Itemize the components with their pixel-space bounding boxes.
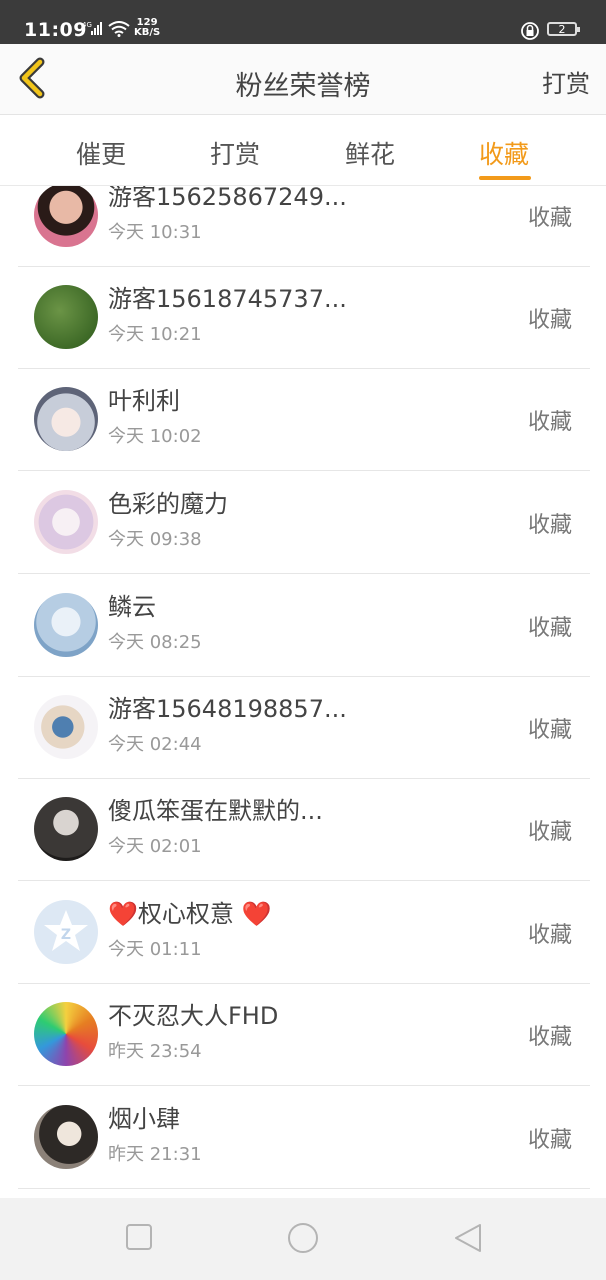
reward-button[interactable]: 打赏 <box>542 64 590 99</box>
active-tab-indicator <box>479 176 531 180</box>
user-name: 傻瓜笨蛋在默默的... <box>108 797 323 825</box>
timestamp: 今天 10:02 <box>108 426 202 447</box>
list-item[interactable]: 傻瓜笨蛋在默默的... 今天 02:01 收藏 <box>18 778 590 881</box>
status-time: 11:09 <box>24 19 87 41</box>
qq-default-avatar: Z <box>34 900 98 964</box>
status-bar: 11:09 4G 129 KB/S 2 <box>0 0 606 44</box>
triangle-back-icon <box>455 1224 481 1252</box>
user-name: 鳞云 <box>108 593 156 621</box>
action-label: 收藏 <box>527 820 572 845</box>
timestamp: 今天 02:44 <box>108 734 202 755</box>
list-item[interactable]: Z ❤️权心权意 ❤️ 今天 01:11 收藏 <box>18 881 590 984</box>
action-label: 收藏 <box>527 513 572 538</box>
header-bar: 粉丝荣誉榜 打赏 <box>0 44 606 115</box>
action-label: 收藏 <box>527 1025 572 1050</box>
recent-apps-button[interactable] <box>125 1223 153 1255</box>
list-item[interactable]: 叶利利 今天 10:02 收藏 <box>18 368 590 471</box>
timestamp: 昨天 23:54 <box>108 1041 202 1062</box>
rotation-lock-icon <box>520 21 540 45</box>
timestamp: 今天 01:11 <box>108 939 202 960</box>
action-label: 收藏 <box>527 923 572 948</box>
home-button[interactable] <box>287 1222 319 1258</box>
timestamp: 今天 08:25 <box>108 632 202 653</box>
heart-icon: ❤️ <box>108 900 138 928</box>
svg-text:Z: Z <box>61 927 71 943</box>
action-label: 收藏 <box>527 308 572 333</box>
user-name: 游客15648198857... <box>108 695 347 723</box>
list-item[interactable]: 游客15648198857... 今天 02:44 收藏 <box>18 676 590 779</box>
timestamp: 今天 10:21 <box>108 324 202 345</box>
list-item[interactable]: 游客15625867249... 今天 10:31 收藏 <box>18 186 590 267</box>
tab-favorites[interactable]: 收藏 <box>479 135 529 171</box>
anime-girl-avatar <box>34 387 98 451</box>
colorful-anime-avatar <box>34 1002 98 1066</box>
tab-reward[interactable]: 打赏 <box>210 135 260 171</box>
timestamp: 今天 02:01 <box>108 836 202 857</box>
list-item[interactable]: 游客15618745737... 今天 10:21 收藏 <box>18 266 590 369</box>
timestamp: 今天 09:38 <box>108 529 202 550</box>
user-name: 色彩的魔力 <box>108 490 228 518</box>
dark-photo-avatar <box>34 797 98 861</box>
heart-icon: ❤️ <box>241 900 272 928</box>
square-icon <box>126 1224 152 1250</box>
list-item[interactable]: 色彩的魔力 今天 09:38 收藏 <box>18 471 590 574</box>
wifi-icon <box>108 21 130 41</box>
tab-urge[interactable]: 催更 <box>76 135 126 171</box>
network-speed: 129 KB/S <box>134 17 161 38</box>
action-label: 收藏 <box>527 410 572 435</box>
ancient-style-avatar <box>34 1105 98 1169</box>
anime-boy-avatar <box>34 593 98 657</box>
page-title: 粉丝荣誉榜 <box>235 71 371 102</box>
signal-icon: 4G <box>82 20 104 40</box>
svg-text:4G: 4G <box>82 21 92 29</box>
timestamp: 昨天 21:31 <box>108 1144 202 1165</box>
child-photo-avatar <box>34 695 98 759</box>
action-label: 收藏 <box>527 1128 572 1153</box>
chevron-left-icon <box>19 57 45 99</box>
back-nav-button[interactable] <box>453 1223 483 1257</box>
timestamp: 今天 10:31 <box>108 222 202 243</box>
user-name: 不灭忍大人FHD <box>108 1002 279 1030</box>
back-button[interactable] <box>14 56 54 100</box>
anime-girl-pink-avatar <box>34 490 98 554</box>
user-name: 游客15618745737... <box>108 285 347 313</box>
system-nav-bar <box>0 1198 606 1280</box>
user-name: 叶利利 <box>108 387 180 415</box>
battery-icon: 2 <box>547 22 580 36</box>
grass-photo-avatar <box>34 285 98 349</box>
circle-icon <box>288 1223 318 1253</box>
action-label: 收藏 <box>527 206 572 231</box>
tab-flowers[interactable]: 鲜花 <box>345 135 395 171</box>
action-label: 收藏 <box>527 616 572 641</box>
fan-list[interactable]: 游客15625867249... 今天 10:31 收藏 游客156187457… <box>0 186 606 1198</box>
user-name: ❤️权心权意 ❤️ <box>108 900 272 928</box>
user-name: 烟小肆 <box>108 1105 180 1133</box>
list-item[interactable]: 不灭忍大人FHD 昨天 23:54 收藏 <box>18 983 590 1086</box>
list-item[interactable]: 烟小肆 昨天 21:31 收藏 <box>18 1086 590 1189</box>
list-item[interactable]: 鳞云 今天 08:25 收藏 <box>18 574 590 677</box>
woman-photo-avatar <box>34 186 98 247</box>
user-name: 游客15625867249... <box>108 186 347 211</box>
action-label: 收藏 <box>527 718 572 743</box>
